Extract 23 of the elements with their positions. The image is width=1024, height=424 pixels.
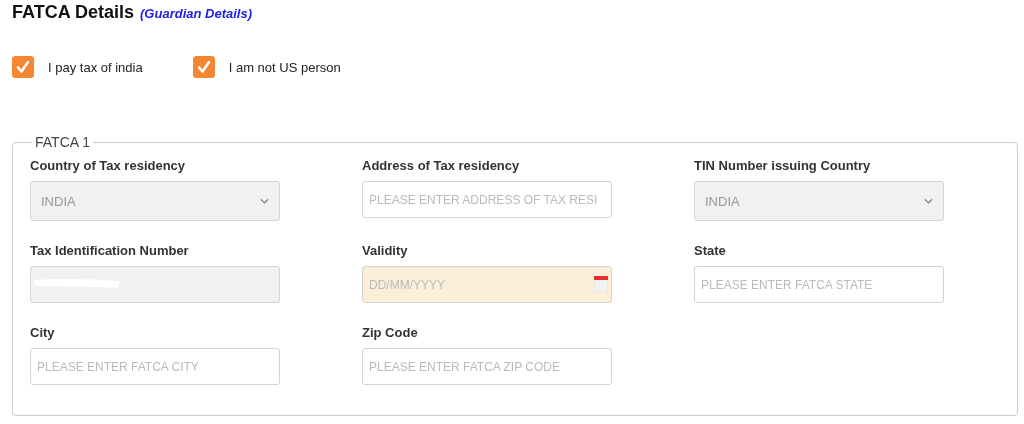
input-field[interactable]: PLEASE ENTER FATCA ZIP CODE	[362, 348, 612, 385]
field-label: Validity	[362, 243, 409, 258]
checkbox-label: I am not US person	[228, 59, 341, 75]
input-field[interactable]: PLEASE ENTER ADDRESS OF TAX RESI	[362, 181, 612, 218]
field-label: City	[30, 325, 56, 340]
panel-legend: FATCA 1	[32, 134, 93, 150]
field-label: Address of Tax residency	[362, 158, 521, 173]
checkbox-label: I pay tax of india	[48, 59, 143, 75]
field-label: Country of Tax residency	[30, 158, 187, 173]
section-title: FATCA Details	[12, 2, 135, 23]
chevron-icon	[260, 198, 269, 204]
checkbox[interactable]	[12, 56, 34, 78]
chevron-icon	[924, 198, 933, 204]
field-label: Tax Identification Number	[30, 243, 190, 258]
field-label: Zip Code	[362, 325, 419, 340]
field-label: TIN Number issuing Country	[694, 158, 872, 173]
section-subtitle: (Guardian Details)	[140, 6, 252, 21]
input-field[interactable]: PLEASE ENTER FATCA CITY	[30, 348, 280, 385]
calendar-icon[interactable]	[594, 276, 608, 292]
field-label: State	[694, 243, 727, 258]
date-field[interactable]: DD/MM/YYYY	[362, 266, 612, 303]
checkbox[interactable]	[192, 56, 215, 78]
input-field[interactable]: PLEASE ENTER FATCA STATE	[694, 266, 944, 303]
